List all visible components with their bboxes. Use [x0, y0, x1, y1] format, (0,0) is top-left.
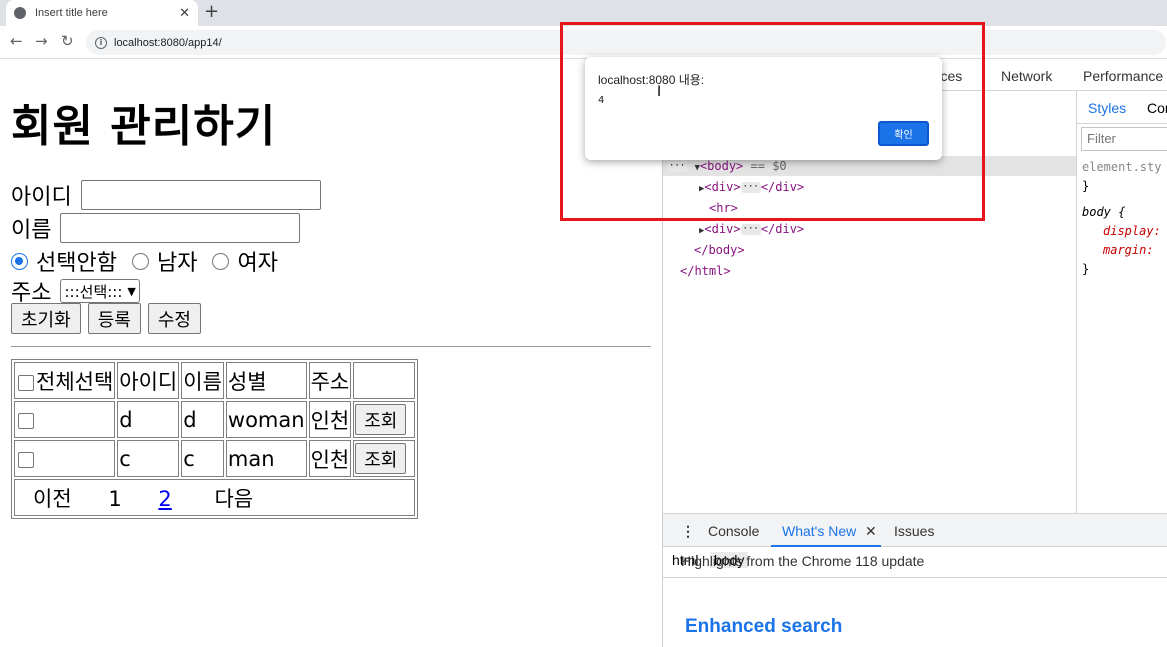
info-icon[interactable]: i [95, 36, 107, 49]
whats-new-panel: Highlights from the Chrome 118 update En… [663, 547, 1167, 647]
row-checkbox-cell [14, 440, 116, 477]
browser-tab[interactable]: Insert title here ✕ [6, 0, 198, 26]
cell-action: 조회 [353, 401, 416, 438]
cell-id: c [117, 440, 180, 477]
pager-next[interactable]: 다음 [214, 487, 253, 511]
div-close-tag: </div> [760, 222, 805, 236]
chevron-down-icon: ▼ [127, 284, 136, 298]
div-open-tag: <div> [704, 222, 741, 236]
tab-issues[interactable]: Issues [894, 523, 934, 539]
html-close-tag: </html> [680, 264, 731, 278]
select-all-cell: 전체선택 [14, 362, 116, 399]
id-row: 아이디 [11, 179, 321, 211]
html-close-node: </html> [680, 261, 731, 281]
radio-none-label: 선택안함 [36, 251, 117, 276]
css-prop-margin[interactable]: margin: [1103, 243, 1154, 257]
ellipsis-icon[interactable]: ··· [740, 224, 761, 235]
cell-address: 인천 [308, 440, 352, 477]
forward-icon[interactable]: → [35, 32, 48, 50]
tab-whats-new[interactable]: What's New [782, 523, 856, 539]
header-action [353, 362, 416, 399]
reload-icon[interactable]: ↻ [61, 32, 74, 50]
tab-title: Insert title here [35, 7, 108, 19]
element-style-rule: element.sty [1082, 160, 1162, 174]
view-button[interactable]: 조회 [355, 443, 407, 474]
edit-button[interactable]: 수정 [147, 303, 201, 334]
address-select[interactable]: :::선택::: ▼ [60, 279, 140, 303]
body-close-node: </body> [694, 240, 745, 260]
row-checkbox[interactable] [18, 451, 34, 468]
row-checkbox-cell [14, 401, 116, 438]
cell-address: 인천 [308, 401, 352, 438]
highlight-box [560, 22, 985, 221]
member-table: 전체선택 아이디 이름 성별 주소 d d woman 인천 조회 c c ma… [11, 359, 419, 519]
cell-gender: woman [225, 401, 307, 438]
back-icon[interactable]: ← [10, 32, 23, 50]
highlights-text: Highlights from the Chrome 118 update [681, 553, 925, 569]
id-input[interactable] [80, 180, 321, 210]
radio-female-label: 여자 [237, 251, 278, 276]
drawer-divider [663, 577, 1167, 578]
div-node[interactable]: ▶<div> ··· </div> [699, 219, 804, 239]
rule-close: } [1082, 179, 1090, 193]
enhanced-search-heading[interactable]: Enhanced search [685, 616, 842, 638]
view-button[interactable]: 조회 [355, 404, 407, 435]
header-name: 이름 [181, 362, 224, 399]
pager-row: 이전 1 2 다음 [14, 479, 416, 516]
css-prop-display[interactable]: display: [1103, 224, 1161, 238]
url-text: localhost:8080/app14/ [114, 36, 222, 49]
radio-male-label: 남자 [156, 251, 198, 276]
close-tab-icon[interactable]: ✕ [179, 6, 190, 21]
id-label: 아이디 [11, 185, 72, 210]
header-address: 주소 [308, 362, 352, 399]
pager: 이전 1 2 다음 [14, 479, 416, 516]
cell-gender: man [225, 440, 307, 477]
globe-icon [14, 7, 26, 19]
gender-row: 선택안함 남자 여자 [11, 245, 293, 277]
body-rule: body { [1082, 205, 1126, 219]
name-label: 이름 [11, 218, 52, 243]
divider [11, 346, 651, 347]
sidebar-tabs: Styles Cor [1077, 91, 1167, 124]
styles-sidebar: Styles Cor Filter element.sty } body { d… [1076, 91, 1167, 545]
rule-close: } [1082, 262, 1090, 276]
tab-console[interactable]: Console [708, 523, 759, 539]
cell-id: d [117, 401, 180, 438]
header-id: 아이디 [117, 362, 180, 399]
radio-male[interactable] [131, 252, 149, 270]
cell-name: d [181, 401, 224, 438]
pager-prev[interactable]: 이전 [33, 487, 72, 511]
radio-none[interactable] [11, 252, 28, 270]
tab-performance[interactable]: Performance [1083, 68, 1163, 84]
close-icon[interactable]: ✕ [865, 523, 877, 540]
name-input[interactable] [60, 213, 301, 243]
register-button[interactable]: 등록 [87, 303, 141, 334]
pager-page-2[interactable]: 2 [158, 487, 171, 511]
select-all-label: 전체선택 [36, 369, 114, 394]
button-row: 초기화 등록 수정 [11, 303, 208, 334]
page-title: 회원 관리하기 [11, 101, 277, 152]
cell-action: 조회 [353, 440, 416, 477]
reset-button[interactable]: 초기화 [11, 303, 81, 334]
tab-styles[interactable]: Styles [1088, 100, 1126, 116]
drawer-tabs: ⋮ Console What's New ✕ Issues [663, 513, 1167, 547]
address-select-value: :::선택::: [64, 282, 123, 301]
select-all-checkbox[interactable] [18, 374, 34, 391]
radio-female[interactable] [212, 252, 230, 270]
new-tab-button[interactable]: + [204, 1, 219, 22]
drawer-menu-icon[interactable]: ⋮ [681, 523, 695, 540]
styles-filter-input[interactable]: Filter [1081, 127, 1167, 151]
cell-name: c [181, 440, 224, 477]
tab-network[interactable]: Network [1001, 68, 1052, 84]
header-gender: 성별 [225, 362, 307, 399]
table-row: c c man 인천 조회 [14, 440, 416, 477]
body-close-tag: </body> [694, 243, 745, 257]
table-header-row: 전체선택 아이디 이름 성별 주소 [14, 362, 416, 399]
tab-computed[interactable]: Cor [1147, 100, 1167, 116]
name-row: 이름 [11, 212, 301, 244]
row-checkbox[interactable] [18, 412, 34, 429]
pager-page-1: 1 [108, 486, 122, 511]
table-row: d d woman 인천 조회 [14, 401, 416, 438]
